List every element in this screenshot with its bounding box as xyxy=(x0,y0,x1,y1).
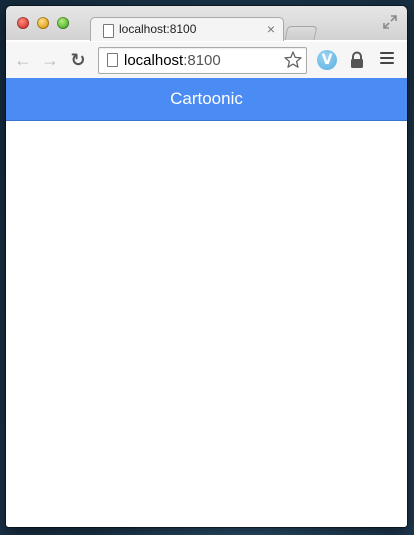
close-window-button[interactable] xyxy=(17,17,29,29)
browser-toolbar: ← → ↻ localhost:8100 V xyxy=(6,41,407,79)
address-bar[interactable]: localhost:8100 xyxy=(98,47,307,74)
address-url[interactable]: localhost:8100 xyxy=(124,52,221,69)
lock-icon[interactable] xyxy=(349,51,365,69)
browser-tab[interactable]: localhost:8100 × xyxy=(90,17,284,42)
page-icon xyxy=(103,24,114,38)
back-button[interactable]: ← xyxy=(14,51,32,69)
app-title: Cartoonic xyxy=(170,89,243,108)
bookmark-star-icon[interactable] xyxy=(283,50,303,70)
new-tab-button[interactable] xyxy=(284,26,318,40)
minimize-window-button[interactable] xyxy=(37,17,49,29)
browser-window: localhost:8100 × ← → ↻ localhost:8100 V xyxy=(6,6,407,527)
title-bar: localhost:8100 × xyxy=(6,6,407,42)
url-host: localhost xyxy=(124,52,184,69)
tab-close-icon[interactable]: × xyxy=(267,21,275,37)
zoom-window-button[interactable] xyxy=(57,17,69,29)
app-header: Cartoonic xyxy=(6,78,407,121)
extension-icon[interactable]: V xyxy=(317,50,337,70)
url-port: :8100 xyxy=(183,52,221,69)
tab-title: localhost:8100 xyxy=(119,22,197,36)
forward-button[interactable]: → xyxy=(41,51,59,69)
page-content: Cartoonic xyxy=(6,78,407,527)
fullscreen-icon[interactable] xyxy=(383,15,397,29)
reload-button[interactable]: ↻ xyxy=(69,51,87,69)
menu-icon[interactable] xyxy=(380,52,394,66)
page-icon xyxy=(107,53,118,67)
